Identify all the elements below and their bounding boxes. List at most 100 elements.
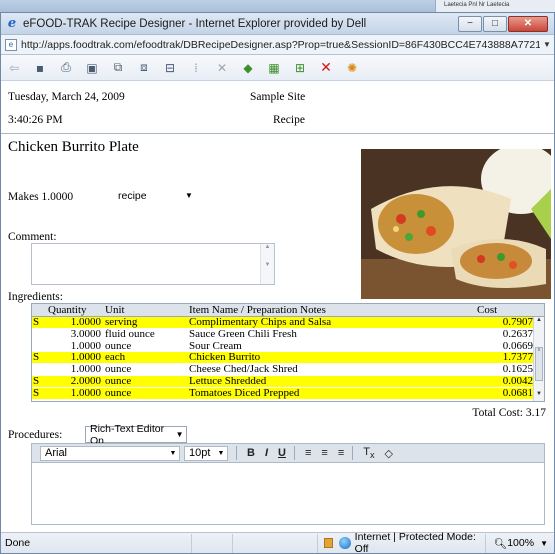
align-right-icon[interactable]: ≡	[338, 447, 344, 459]
comment-label: Comment:	[8, 231, 57, 243]
fill-color-icon[interactable]: ◇	[385, 447, 393, 460]
ingredient-row[interactable]: S 2.0000 ounce Lettuce Shredded 0.0042	[32, 374, 544, 388]
site-name: Sample Site	[250, 91, 306, 103]
bold-button[interactable]: B	[247, 447, 255, 459]
zoom-level: 100%	[507, 537, 535, 549]
row-flag	[32, 329, 44, 340]
makes-label: Makes 1.0000	[8, 191, 74, 203]
row-flag	[32, 364, 44, 375]
zoom-control[interactable]: 🔍︎ 100% ▼	[484, 533, 554, 553]
row-unit[interactable]: fluid ounce	[103, 328, 187, 340]
delete-row-icon[interactable]: ✕	[213, 59, 231, 77]
row-cost[interactable]: 0.0681	[477, 387, 535, 399]
properties-icon[interactable]: ▣	[83, 59, 101, 77]
scale-icon[interactable]: ◆	[239, 59, 257, 77]
clear-format-icon[interactable]: Tx	[363, 446, 374, 460]
comment-textarea[interactable]: ▲ ▼	[31, 243, 275, 285]
row-item-name[interactable]: Sour Cream	[187, 340, 477, 352]
row-unit[interactable]: ounce	[103, 340, 187, 352]
row-quantity[interactable]: 1.0000	[44, 363, 103, 375]
col-item-name[interactable]: Item Name / Preparation Notes	[187, 304, 477, 316]
security-zone[interactable]: Internet | Protected Mode: Off	[316, 531, 485, 554]
calculator-icon[interactable]: ▦	[265, 59, 283, 77]
font-family-select[interactable]: Arial ▼	[40, 445, 180, 461]
globe-icon	[339, 537, 351, 549]
row-cost[interactable]: 0.0042	[477, 375, 535, 387]
scroll-thumb[interactable]: ≡	[535, 347, 543, 381]
ingredients-scrollbar[interactable]: ▲ ≡ ▼	[533, 317, 544, 401]
row-quantity[interactable]: 3.0000	[44, 328, 103, 340]
chevron-down-icon: ▼	[185, 191, 193, 200]
row-item-name[interactable]: Cheese Ched/Jack Shred	[187, 363, 477, 375]
row-unit[interactable]: ounce	[103, 363, 187, 375]
row-quantity[interactable]: 1.0000	[44, 340, 103, 352]
font-size-value: 10pt	[189, 447, 211, 459]
row-cost[interactable]: 0.2637	[477, 328, 535, 340]
close-window-button[interactable]: ✕	[508, 15, 548, 32]
zone-label: Internet | Protected Mode: Off	[354, 531, 476, 554]
col-quantity[interactable]: Quantity	[44, 304, 103, 316]
row-item-name[interactable]: Tomatoes Diced Prepped	[187, 387, 477, 399]
close-icon[interactable]: ✕	[317, 59, 335, 77]
row-flag: S	[33, 374, 40, 387]
underline-button[interactable]: U	[278, 447, 286, 459]
back-icon[interactable]: ⇦	[5, 59, 23, 77]
italic-button[interactable]: I	[265, 447, 268, 459]
row-cost[interactable]: 0.1625	[477, 363, 535, 375]
cut-icon[interactable]: ⊟	[161, 59, 179, 77]
row-unit[interactable]: each	[103, 352, 187, 364]
row-item-name[interactable]: Sauce Green Chili Fresh	[187, 328, 477, 340]
recipe-photo	[361, 149, 551, 299]
ingredient-row[interactable]: 3.0000 fluid ounce Sauce Green Chili Fresh…	[32, 328, 544, 341]
export-icon[interactable]: ⊞	[291, 59, 309, 77]
print-icon[interactable]: ⎙	[57, 59, 75, 77]
row-item-name[interactable]: Complimentary Chips and Salsa	[187, 316, 477, 328]
row-cost[interactable]: 0.0669	[477, 340, 535, 352]
row-quantity[interactable]: 1.0000	[44, 387, 103, 399]
total-cost: Total Cost: 3.17	[472, 407, 546, 419]
address-dropdown-icon[interactable]: ▼	[540, 40, 554, 49]
row-quantity[interactable]: 1.0000	[44, 316, 103, 328]
align-left-icon[interactable]: ≡	[305, 447, 311, 459]
row-flag: S	[33, 351, 40, 364]
row-cost[interactable]: 0.7907	[477, 316, 535, 328]
url-field[interactable]: http://apps.foodtrak.com/efoodtrak/DBRec…	[21, 39, 540, 51]
chevron-down-icon: ▼	[540, 538, 548, 548]
ingredients-rows: S 1.0000 serving Complimentary Chips and Sa…	[32, 316, 544, 400]
row-unit[interactable]: serving	[103, 316, 187, 328]
font-family-value: Arial	[45, 447, 68, 459]
row-unit[interactable]: ounce	[103, 375, 187, 387]
align-center-icon[interactable]: ≡	[321, 447, 327, 459]
row-cost[interactable]: 1.7377	[477, 352, 535, 364]
row-quantity[interactable]: 1.0000	[44, 352, 103, 364]
font-size-select[interactable]: 10pt ▼	[184, 445, 228, 461]
copy-icon[interactable]: ⧉	[109, 59, 127, 77]
row-unit[interactable]: ounce	[103, 387, 187, 399]
nutrition-icon[interactable]: ✺	[343, 59, 361, 77]
procedures-label: Procedures:	[8, 429, 63, 441]
procedures-editor[interactable]	[31, 463, 545, 525]
scroll-down-icon[interactable]: ▼	[534, 391, 544, 401]
window-title: eFOOD-TRAK Recipe Designer - Internet Ex…	[23, 17, 367, 30]
paste-icon[interactable]: ⧈	[135, 59, 153, 77]
col-unit[interactable]: Unit	[103, 304, 187, 316]
editor-mode-select[interactable]: Rich-Text Editor On ▼	[85, 423, 187, 447]
row-item-name[interactable]: Lettuce Shredded	[187, 375, 477, 387]
maximize-button[interactable]: □	[483, 15, 507, 32]
save-icon[interactable]: ▪	[31, 59, 49, 77]
makes-unit-select[interactable]: recipe ▼	[113, 187, 197, 204]
minimize-button[interactable]: −	[458, 15, 482, 32]
col-cost[interactable]: Cost	[477, 304, 535, 316]
row-flag: S	[33, 316, 40, 328]
copy-row-icon[interactable]: ⁞	[187, 59, 205, 77]
scroll-up-icon[interactable]: ▲	[534, 317, 544, 327]
chevron-down-icon: ▼	[169, 449, 177, 457]
row-quantity[interactable]: 2.0000	[44, 375, 103, 387]
address-bar: e http://apps.foodtrak.com/efoodtrak/DBR…	[1, 35, 554, 55]
row-item-name[interactable]: Chicken Burrito	[187, 352, 477, 364]
recipe-name[interactable]: Chicken Burrito Plate	[8, 139, 139, 156]
page-icon: e	[5, 38, 17, 51]
report-time: 3:40:26 PM	[8, 114, 63, 126]
comment-scrollbar[interactable]: ▲ ▼	[260, 244, 274, 284]
ingredient-row[interactable]: S 1.0000 ounce Tomatoes Diced Prepped 0.0681	[32, 387, 544, 400]
